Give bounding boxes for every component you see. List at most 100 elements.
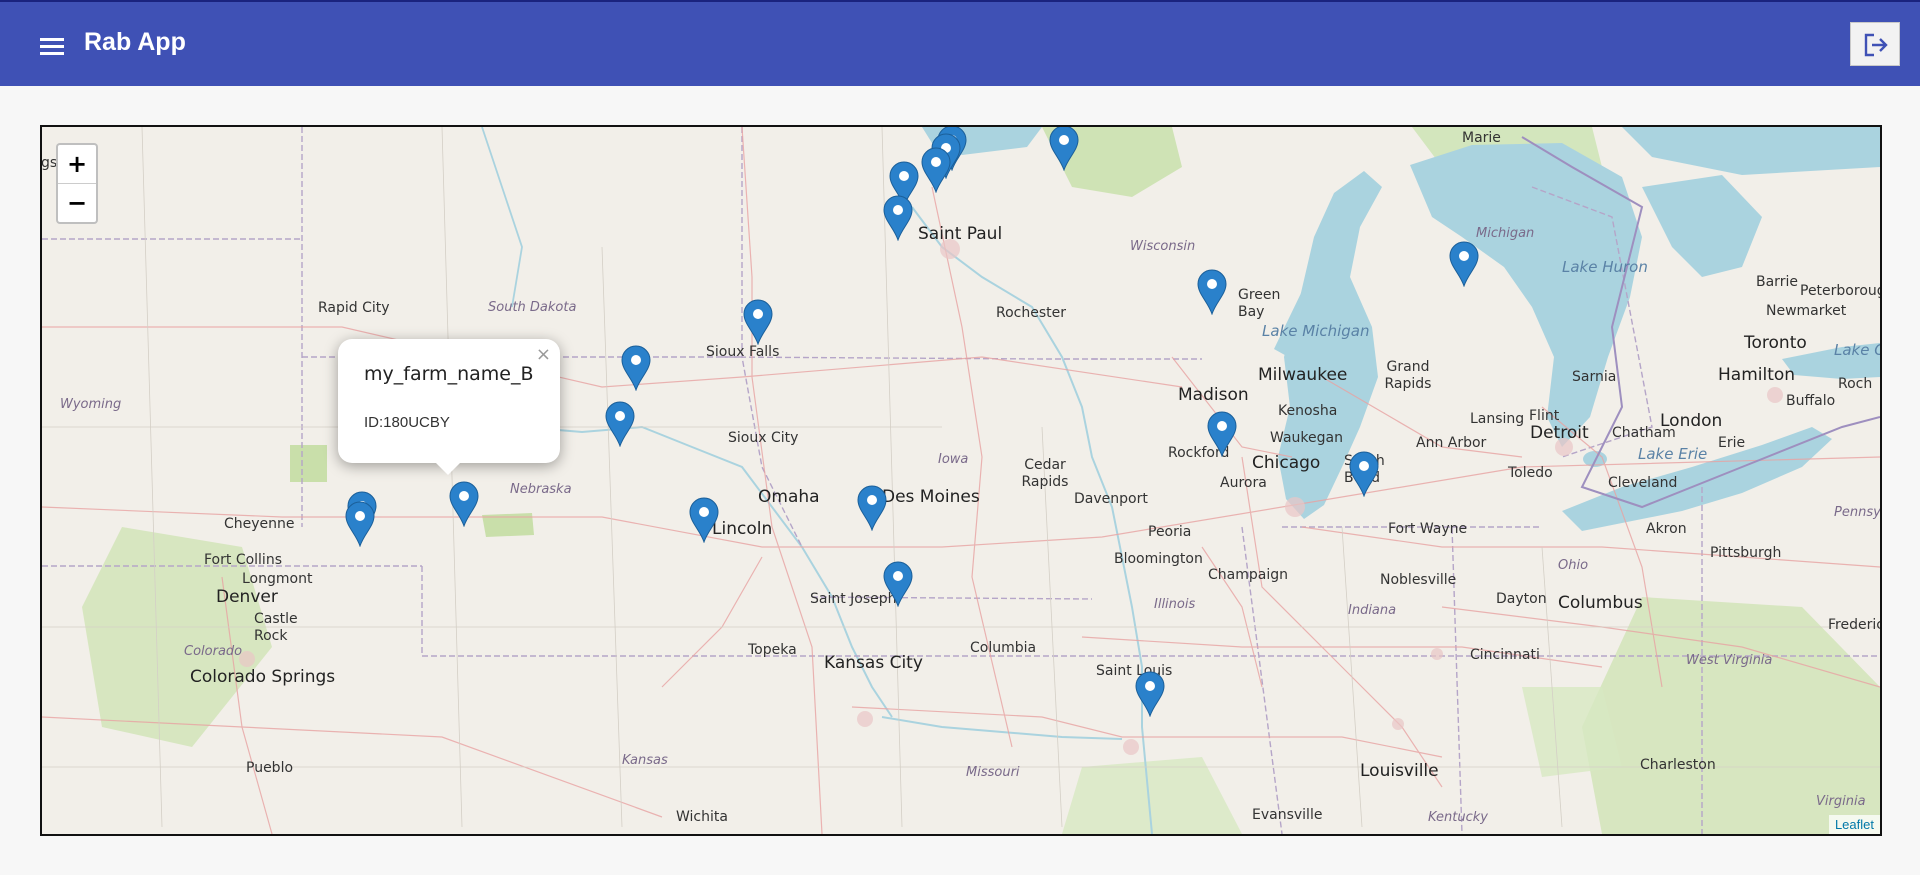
map-marker[interactable] [882,561,914,607]
zoom-out-button[interactable]: − [58,183,96,222]
label-pennsyl: Pennsyl [1834,505,1882,520]
label-columbus: Columbus [1558,593,1643,613]
label-topeka: Topeka [748,642,797,658]
label-dayton: Dayton [1496,591,1547,607]
label-sarnia: Sarnia [1572,369,1617,385]
label-fort-collins: Fort Collins [204,552,282,568]
label-fort-wayne: Fort Wayne [1388,521,1468,537]
map-marker[interactable] [448,481,480,527]
label-des-moines: Des Moines [882,487,980,507]
popup-farm-name: my_farm_name_B [364,363,534,385]
zoom-in-button[interactable]: + [58,145,96,183]
label-ohio: Ohio [1558,558,1589,573]
label-omaha: Omaha [758,487,820,507]
map-marker[interactable] [1048,127,1080,171]
label-lincoln: Lincoln [712,519,773,539]
label-cedar-rapids: Cedar Rapids [1021,457,1069,490]
map-marker-icon [921,147,951,193]
label-cincinnati: Cincinnati [1470,647,1540,663]
map-marker[interactable] [742,299,774,345]
map-marker[interactable] [688,497,720,543]
label-kenosha: Kenosha [1278,403,1338,419]
menu-button[interactable] [36,30,68,62]
zoom-control: + − [56,143,98,224]
label-cheyenne: Cheyenne [224,516,295,532]
label-frederic: Frederic [1828,617,1882,633]
map-container[interactable]: Marie gs Saint Paul Rapid City South Dak… [40,125,1882,836]
label-charleston: Charleston [1640,757,1716,773]
label-west-virginia: West Virginia [1686,653,1773,668]
menu-icon [40,38,64,55]
map-marker-icon [605,401,635,447]
label-noblesville: Noblesville [1380,572,1457,588]
label-wisconsin: Wisconsin [1130,239,1196,254]
map-marker[interactable] [344,501,376,547]
map-marker[interactable] [1348,451,1380,497]
label-buffalo: Buffalo [1786,393,1836,409]
map-marker-icon [1449,241,1479,287]
label-evansville: Evansville [1252,807,1323,823]
map-marker[interactable] [882,195,914,241]
label-louisville: Louisville [1360,761,1439,781]
map-marker[interactable] [604,401,636,447]
label-grand-rapids: Grand Rapids [1384,359,1432,392]
label-chicago: Chicago [1252,453,1321,473]
label-columbia: Columbia [970,640,1037,656]
label-chatham: Chatham [1612,425,1676,441]
map-marker[interactable] [1206,411,1238,457]
label-davenport: Davenport [1074,491,1148,507]
label-toronto: Toronto [1744,333,1807,353]
label-green-bay: Green Bay [1238,287,1281,320]
logout-button[interactable] [1850,22,1900,66]
popup-farm-id: ID:180UCBY [364,414,450,431]
label-indiana: Indiana [1348,603,1397,618]
label-detroit: Detroit [1530,423,1589,443]
label-denver: Denver [216,587,278,607]
label-missouri: Missouri [966,765,1020,780]
map-marker-icon [1349,451,1379,497]
label-akron: Akron [1646,521,1687,537]
label-peterborough: Peterborough [1800,283,1880,299]
map-marker[interactable] [1196,269,1228,315]
label-madison: Madison [1178,385,1249,405]
label-bloomington: Bloomington [1114,551,1203,567]
label-cleveland: Cleveland [1608,475,1678,491]
label-barrie: Barrie [1756,274,1798,290]
label-aurora: Aurora [1220,475,1267,491]
popup-tip [434,461,462,475]
label-sioux-falls: Sioux Falls [706,344,780,360]
label-michigan: Michigan [1476,226,1535,241]
marker-popup: × my_farm_name_B ID:180UCBY [338,339,560,475]
label-erie: Erie [1718,435,1746,451]
map-marker[interactable] [920,147,952,193]
label-gs: gs [41,155,58,171]
label-hamilton: Hamilton [1718,365,1796,385]
app-header: Rab App [0,0,1920,86]
map-marker[interactable] [1448,241,1480,287]
label-pittsburgh: Pittsburgh [1710,545,1782,561]
label-virginia: Virginia [1816,794,1866,809]
label-ann-arbor: Ann Arbor [1416,435,1487,451]
label-peoria: Peoria [1148,524,1192,540]
label-longmont: Longmont [242,571,313,587]
popup-close-button[interactable]: × [536,344,551,365]
label-lansing: Lansing [1470,411,1525,427]
leaflet-attribution-link[interactable]: Leaflet [1828,815,1880,834]
map-marker[interactable] [620,345,652,391]
map-marker[interactable] [1134,671,1166,717]
map-marker-icon [1135,671,1165,717]
label-marie: Marie [1462,130,1501,146]
label-castle-rock: Castle Rock [254,611,298,644]
label-roch: Roch [1838,376,1873,392]
map-marker[interactable] [856,485,888,531]
label-rapid-city: Rapid City [318,300,390,316]
label-pueblo: Pueblo [246,760,294,776]
label-kansas-city: Kansas City [824,653,923,673]
map-marker-icon [883,561,913,607]
logout-icon [1864,33,1888,57]
label-milwaukee: Milwaukee [1258,365,1348,385]
label-newmarket: Newmarket [1766,303,1847,319]
label-colorado: Colorado [184,644,243,659]
map-marker-icon [1207,411,1237,457]
label-lake-on: Lake On [1834,341,1880,359]
